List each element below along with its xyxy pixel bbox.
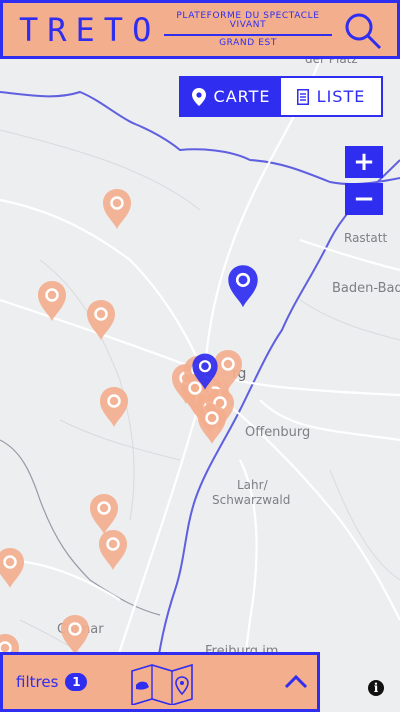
chevron-up-icon[interactable] — [282, 671, 310, 693]
tab-map[interactable]: CARTE — [181, 78, 281, 115]
venue-marker-selected[interactable] — [228, 265, 258, 308]
zoom-in-button[interactable]: + — [345, 146, 383, 178]
tab-map-label: CARTE — [213, 87, 271, 106]
search-button[interactable] — [343, 11, 383, 51]
app-root: der Platz Rastatt Baden-Bad rg Offenburg… — [0, 0, 400, 712]
treto-logo[interactable]: TRETO — [19, 11, 159, 49]
search-icon — [345, 13, 382, 50]
venue-marker[interactable] — [103, 189, 131, 229]
list-icon — [296, 88, 309, 105]
venue-marker[interactable] — [61, 615, 89, 655]
filter-count-badge: 1 — [65, 673, 88, 691]
venue-marker[interactable] — [90, 494, 118, 534]
info-icon[interactable]: i — [368, 680, 384, 696]
zoom-out-button[interactable]: − — [345, 183, 383, 215]
site-header: TRETO PLATEFORME DU SPECTACLE VIVANT GRA… — [0, 0, 400, 59]
map-legend-icon — [131, 663, 193, 705]
venue-marker[interactable] — [0, 548, 24, 588]
venue-marker[interactable] — [100, 387, 128, 427]
tab-list-label: LISTE — [316, 87, 366, 106]
tagline-divider — [164, 33, 332, 36]
venue-marker[interactable] — [99, 530, 127, 570]
view-toggle: CARTE LISTE — [179, 76, 383, 117]
venue-marker[interactable] — [198, 404, 226, 444]
venue-marker[interactable] — [38, 281, 66, 321]
filters-bar[interactable]: filtres 1 — [0, 652, 320, 712]
tagline-mid: VIVANT — [229, 19, 267, 30]
venue-marker[interactable] — [87, 300, 115, 340]
filters-label[interactable]: filtres — [16, 673, 58, 691]
header-tagline: PLATEFORME DU SPECTACLE VIVANT GRAND EST — [163, 11, 333, 48]
map-pin-icon — [191, 87, 206, 106]
tab-list[interactable]: LISTE — [281, 78, 381, 115]
tagline-bottom: GRAND EST — [219, 37, 277, 48]
